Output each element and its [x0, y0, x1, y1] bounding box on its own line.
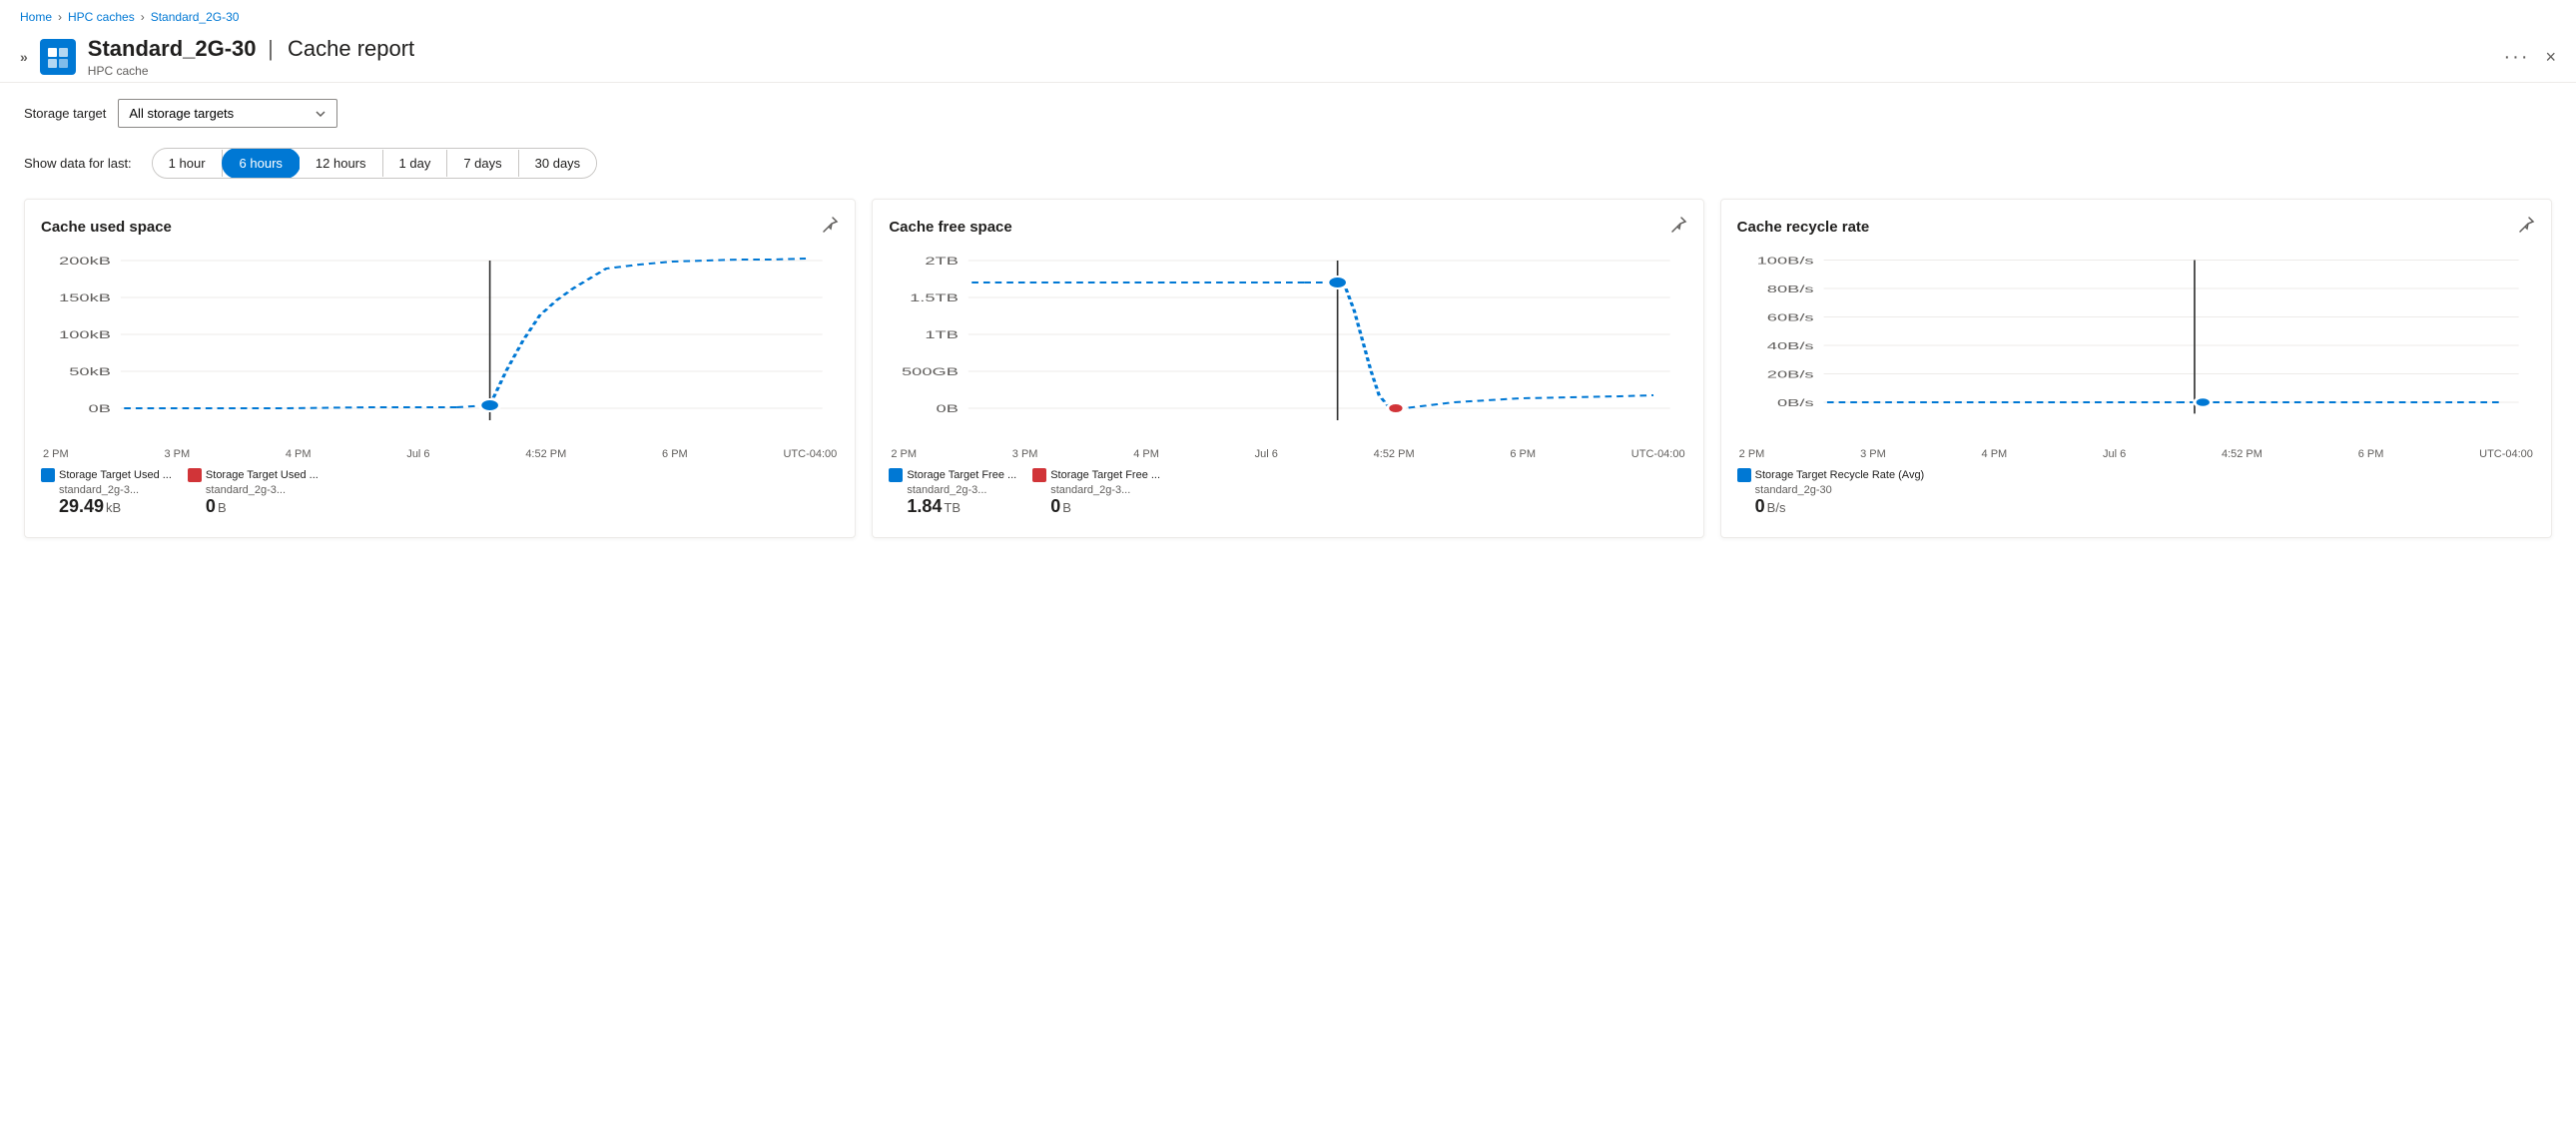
svg-text:80B/s: 80B/s — [1766, 283, 1813, 294]
chart1-legend: Storage Target Used ... standard_2g-3...… — [41, 468, 839, 517]
legend-bar-red-0 — [188, 468, 202, 482]
chart3-title: Cache recycle rate — [1737, 219, 1870, 236]
chart1-title: Cache used space — [41, 219, 172, 236]
chart3-legend: Storage Target Recycle Rate (Avg) standa… — [1737, 468, 2535, 517]
time-filter-label: Show data for last: — [24, 156, 132, 171]
svg-text:40B/s: 40B/s — [1766, 340, 1813, 351]
svg-text:1TB: 1TB — [926, 329, 960, 341]
time-option-30days[interactable]: 30 days — [519, 150, 597, 177]
breadcrumb-standard-2g-30[interactable]: Standard_2G-30 — [151, 10, 240, 24]
chart3-area: 100B/s 80B/s 60B/s 40B/s 20B/s 0B/s — [1737, 251, 2535, 440]
chart2-header: Cache free space — [889, 216, 1686, 239]
time-option-7days[interactable]: 7 days — [447, 150, 518, 177]
legend-item-4: Storage Target Recycle Rate (Avg) standa… — [1737, 468, 1925, 517]
chart1-area: 200kB 150kB 100kB 50kB 0B — [41, 251, 839, 440]
time-option-1hour[interactable]: 1 hour — [153, 150, 223, 177]
chart1-header: Cache used space — [41, 216, 839, 239]
svg-text:20B/s: 20B/s — [1766, 369, 1813, 380]
chart2-pin-icon[interactable] — [1669, 216, 1687, 239]
svg-text:0B/s: 0B/s — [1777, 397, 1814, 408]
chart3-header: Cache recycle rate — [1737, 216, 2535, 239]
page-title: Standard_2G-30 | Cache report — [88, 36, 2488, 62]
page-icon — [40, 39, 76, 75]
legend-item-3: Storage Target Free ... standard_2g-3...… — [1032, 468, 1160, 517]
time-option-1day[interactable]: 1 day — [383, 150, 448, 177]
page-subtitle: HPC cache — [88, 64, 2488, 78]
chart3-x-labels: 2 PM 3 PM 4 PM Jul 6 4:52 PM 6 PM UTC-04… — [1737, 448, 2535, 460]
svg-text:0B: 0B — [89, 403, 111, 415]
svg-text:100B/s: 100B/s — [1756, 256, 1813, 267]
more-options-button[interactable]: ··· — [2504, 46, 2530, 69]
chart1-x-labels: 2 PM 3 PM 4 PM Jul 6 4:52 PM 6 PM UTC-04… — [41, 448, 839, 460]
breadcrumb-hpc-caches[interactable]: HPC caches — [68, 10, 135, 24]
cache-used-space-card: Cache used space 200kB 150kB 100kB — [24, 199, 856, 538]
svg-text:1.5TB: 1.5TB — [910, 292, 959, 304]
legend-item-2: Storage Target Free ... standard_2g-3...… — [889, 468, 1016, 517]
time-option-12hours[interactable]: 12 hours — [300, 150, 383, 177]
svg-text:2TB: 2TB — [926, 256, 960, 268]
svg-text:100kB: 100kB — [59, 329, 111, 341]
breadcrumb: Home › HPC caches › Standard_2G-30 — [0, 0, 2576, 30]
cache-recycle-rate-card: Cache recycle rate 100B/s 80B/s 60B/s 40… — [1720, 199, 2552, 538]
storage-target-select[interactable]: All storage targets — [118, 99, 337, 128]
chart3-pin-icon[interactable] — [2517, 216, 2535, 239]
svg-text:50kB: 50kB — [69, 366, 111, 378]
svg-text:60B/s: 60B/s — [1766, 312, 1813, 323]
chart2-title: Cache free space — [889, 219, 1011, 236]
svg-text:150kB: 150kB — [59, 292, 111, 304]
legend-item-1: Storage Target Used ... standard_2g-3...… — [188, 468, 319, 517]
page-header: » Standard_2G-30 | Cache report HPC cach… — [0, 30, 2576, 83]
storage-target-label: Storage target — [24, 106, 106, 121]
header-title-group: Standard_2G-30 | Cache report HPC cache — [88, 36, 2488, 78]
charts-row: Cache used space 200kB 150kB 100kB — [24, 199, 2552, 538]
chart2-legend: Storage Target Free ... standard_2g-3...… — [889, 468, 1686, 517]
storage-target-filter-row: Storage target All storage targets — [24, 99, 2552, 128]
legend-bar-red-1 — [1032, 468, 1046, 482]
close-button[interactable]: × — [2545, 47, 2556, 68]
time-options-group: 1 hour 6 hours 12 hours 1 day 7 days 30 … — [152, 148, 598, 179]
chart2-area: 2TB 1.5TB 1TB 500GB 0B — [889, 251, 1686, 440]
svg-text:200kB: 200kB — [59, 256, 111, 268]
svg-text:0B: 0B — [937, 403, 959, 415]
chart1-pin-icon[interactable] — [821, 216, 839, 239]
breadcrumb-home[interactable]: Home — [20, 10, 52, 24]
legend-item-0: Storage Target Used ... standard_2g-3...… — [41, 468, 172, 517]
time-filter-row: Show data for last: 1 hour 6 hours 12 ho… — [24, 148, 2552, 179]
collapse-button[interactable]: » — [20, 49, 28, 65]
svg-text:500GB: 500GB — [902, 366, 959, 378]
time-option-6hours[interactable]: 6 hours — [222, 148, 301, 179]
legend-bar-blue-0 — [41, 468, 55, 482]
chart2-x-labels: 2 PM 3 PM 4 PM Jul 6 4:52 PM 6 PM UTC-04… — [889, 448, 1686, 460]
cache-free-space-card: Cache free space 2TB 1.5TB 1TB 500GB 0B — [872, 199, 1703, 538]
main-content: Storage target All storage targets Show … — [0, 83, 2576, 554]
legend-bar-blue-1 — [889, 468, 903, 482]
legend-bar-blue-2 — [1737, 468, 1751, 482]
